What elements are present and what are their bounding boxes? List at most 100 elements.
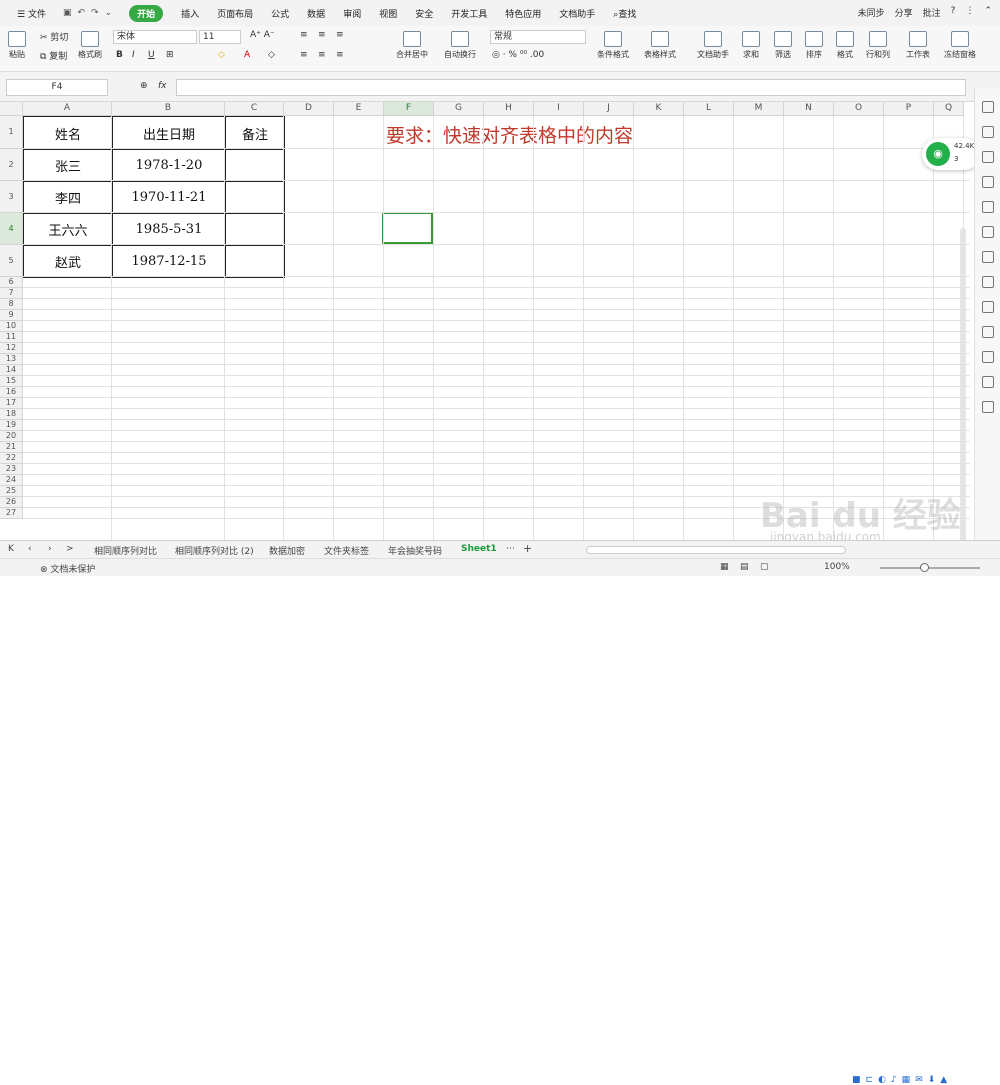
row-header-11[interactable]: 11 — [0, 332, 23, 343]
tab-formula[interactable]: 公式 — [271, 7, 289, 20]
dropdown-icon[interactable]: ⌄ — [105, 8, 113, 18]
column-header-Q[interactable]: Q — [934, 102, 964, 116]
table-style-button[interactable]: 表格样式 — [644, 31, 676, 60]
table-cell[interactable] — [225, 245, 285, 278]
first-sheet-icon[interactable]: K — [8, 544, 14, 554]
filter-button[interactable]: 筛选 — [774, 31, 792, 60]
row-header-23[interactable]: 23 — [0, 464, 23, 475]
history-icon[interactable] — [981, 376, 994, 388]
column-header-L[interactable]: L — [684, 102, 734, 116]
align-center-icon[interactable]: ≡ — [318, 50, 326, 60]
tab-doc-helper[interactable]: 文档助手 — [559, 7, 595, 20]
column-header-C[interactable]: C — [225, 102, 284, 116]
table-cell[interactable]: 赵武 — [23, 245, 113, 278]
column-header-F[interactable]: F — [384, 102, 434, 116]
number-format-select[interactable]: 常规 — [490, 30, 586, 44]
align-top-icon[interactable]: ≡ — [300, 30, 308, 40]
box-icon[interactable] — [981, 301, 994, 313]
spreadsheet-grid[interactable]: 姓名 出生日期 备注 张三 1978-1-20 李四 1970-11-21 王六六 1985-5… — [0, 102, 970, 540]
table-header-cell[interactable]: 备注 — [225, 116, 285, 150]
more-icon[interactable]: ⋮ — [965, 6, 974, 19]
column-header-K[interactable]: K — [634, 102, 684, 116]
save-icon[interactable]: ▣ — [63, 8, 72, 18]
percent-button[interactable]: ◎ · % ⁰⁰ .00 — [492, 50, 544, 60]
zoom-slider[interactable] — [880, 567, 980, 569]
requirement-text[interactable]: 要求：快速对齐表格中的内容 — [386, 121, 633, 148]
tab-page-layout[interactable]: 页面布局 — [217, 7, 253, 20]
column-header-G[interactable]: G — [434, 102, 484, 116]
file-menu[interactable]: ☰ 文件 — [17, 7, 46, 20]
panel-icon[interactable] — [981, 226, 994, 238]
zoom-level[interactable]: 100% — [824, 562, 850, 572]
table-cell[interactable] — [225, 149, 285, 182]
row-header-14[interactable]: 14 — [0, 365, 23, 376]
font-grow-button[interactable]: A⁺ A⁻ — [250, 30, 275, 40]
tray-icon-f[interactable]: ✉ — [915, 1075, 923, 1085]
row-header-6[interactable]: 6 — [0, 277, 23, 288]
row-header-26[interactable]: 26 — [0, 497, 23, 508]
row-header-1[interactable]: 1 — [0, 116, 23, 149]
protect-status[interactable]: ⊗ 文档未保护 — [40, 562, 95, 575]
table-header-cell[interactable]: 姓名 — [23, 116, 113, 150]
row-col-button[interactable]: 行和列 — [866, 31, 890, 60]
paste-button[interactable]: 粘贴 — [8, 31, 26, 60]
row-header-22[interactable]: 22 — [0, 453, 23, 464]
share-button[interactable]: 分享 — [895, 6, 913, 19]
align-bottom-icon[interactable]: ≡ — [336, 30, 344, 40]
table-cell[interactable] — [225, 181, 285, 214]
tray-icon-h[interactable]: ▲ — [940, 1075, 947, 1085]
row-header-15[interactable]: 15 — [0, 376, 23, 387]
tab-developer[interactable]: 开发工具 — [451, 7, 487, 20]
view-page-icon[interactable]: ▤ — [740, 562, 749, 572]
column-header-B[interactable]: B — [112, 102, 225, 116]
apps-icon[interactable] — [981, 176, 994, 188]
row-header-24[interactable]: 24 — [0, 475, 23, 486]
format-painter-button[interactable]: 格式刷 — [78, 31, 102, 60]
edit-icon[interactable] — [981, 276, 994, 288]
next-sheet-icon[interactable]: › — [48, 544, 52, 554]
table-cell[interactable]: 1987-12-15 — [112, 245, 226, 278]
table-cell[interactable]: 李四 — [23, 181, 113, 214]
collapse-icon[interactable]: ⌃ — [984, 6, 992, 19]
help-icon[interactable] — [981, 401, 994, 413]
fx-icon[interactable]: fx — [158, 81, 167, 91]
row-header-18[interactable]: 18 — [0, 409, 23, 420]
chart-icon[interactable] — [981, 201, 994, 213]
more-sheets-icon[interactable]: ⋯ — [506, 544, 515, 554]
sheet-tab-1[interactable]: 相同顺序列对比 — [94, 544, 157, 557]
italic-button[interactable]: I — [132, 50, 135, 60]
table-cell[interactable]: 张三 — [23, 149, 113, 182]
add-sheet-icon[interactable]: + — [523, 542, 532, 555]
column-header-D[interactable]: D — [284, 102, 334, 116]
column-header-P[interactable]: P — [884, 102, 934, 116]
backup-icon[interactable] — [981, 351, 994, 363]
zoom-icon[interactable]: ⊕ — [140, 81, 148, 91]
table-cell[interactable]: 1985-5-31 — [112, 213, 226, 246]
column-header-J[interactable]: J — [584, 102, 634, 116]
row-header-7[interactable]: 7 — [0, 288, 23, 299]
tab-review[interactable]: 审阅 — [343, 7, 361, 20]
tray-icon-a[interactable]: ■ — [852, 1075, 861, 1085]
row-header-27[interactable]: 27 — [0, 508, 23, 519]
comment-button[interactable]: 批注 — [923, 6, 941, 19]
row-header-19[interactable]: 19 — [0, 420, 23, 431]
tray-icon-b[interactable]: ⊏ — [866, 1075, 874, 1085]
prev-sheet-icon[interactable]: ‹ — [28, 544, 32, 554]
row-header-13[interactable]: 13 — [0, 354, 23, 365]
zoom-slider-thumb[interactable] — [920, 563, 929, 572]
tab-features[interactable]: 特色应用 — [505, 7, 541, 20]
tab-view[interactable]: 视图 — [379, 7, 397, 20]
tab-data[interactable]: 数据 — [307, 7, 325, 20]
sheet-tab-3[interactable]: 数据加密 — [269, 544, 305, 557]
tab-home[interactable]: 开始 — [129, 4, 164, 22]
copy-button[interactable]: ⧉ 复制 — [40, 49, 67, 62]
freeze-panes-button[interactable]: 冻结窗格 — [944, 31, 976, 60]
conditional-format-button[interactable]: 条件格式 — [597, 31, 629, 60]
row-header-16[interactable]: 16 — [0, 387, 23, 398]
row-header-8[interactable]: 8 — [0, 299, 23, 310]
underline-button[interactable]: U — [148, 50, 155, 60]
row-header-25[interactable]: 25 — [0, 486, 23, 497]
name-box[interactable]: F4 — [6, 79, 108, 96]
wrap-text-button[interactable]: 自动换行 — [444, 31, 476, 60]
worksheet-button[interactable]: 工作表 — [906, 31, 930, 60]
